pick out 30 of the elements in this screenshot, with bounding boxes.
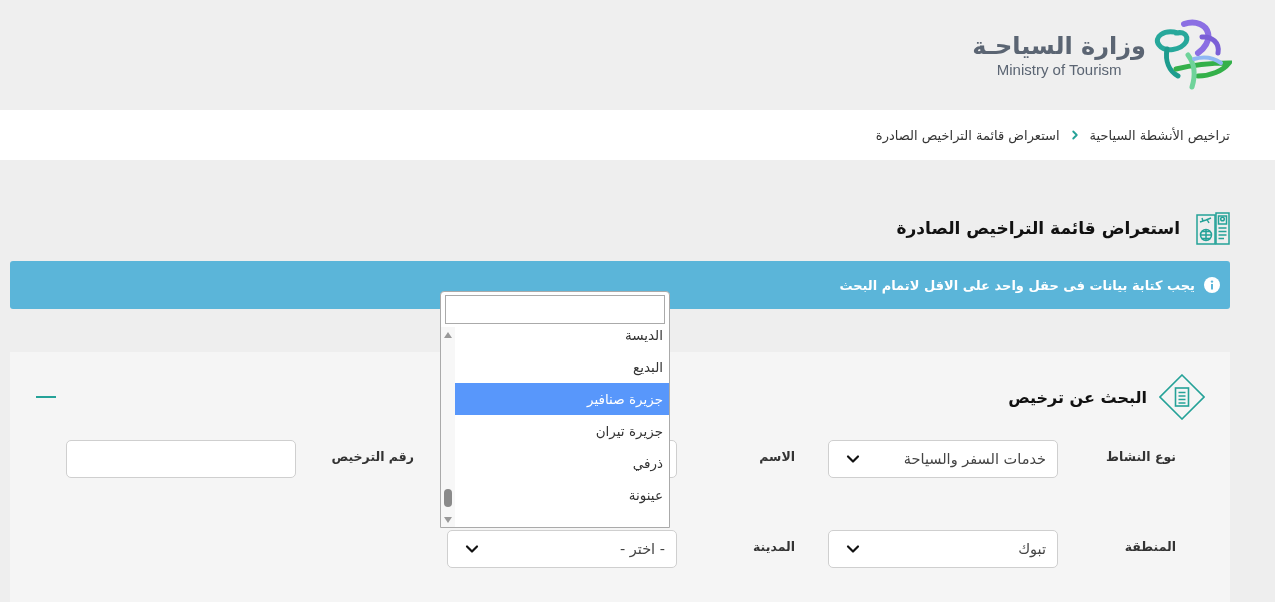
dropdown-option[interactable]: الديسة <box>455 327 669 351</box>
dropdown-search-field[interactable] <box>445 295 665 324</box>
info-icon <box>1204 277 1220 293</box>
select-field[interactable]: - اختر - <box>447 530 677 568</box>
field-label: رقم الترخيص <box>330 448 414 464</box>
alert-message: يجب كتابة بيانات فى حقل واحد على الاقل لاتمام البحث <box>839 277 1195 293</box>
dropdown-option[interactable]: جزيرة تيران <box>455 415 669 447</box>
field-label: المدينة <box>752 538 795 554</box>
scrollbar[interactable] <box>441 327 455 527</box>
breadcrumb-link[interactable]: استعراض قائمة التراخيص الصادرة <box>875 127 1060 143</box>
minus-icon <box>36 396 56 398</box>
scroll-up-arrow-icon[interactable] <box>444 332 452 338</box>
field-label: الاسم <box>758 448 795 464</box>
field-label: المنطقة <box>1123 538 1176 554</box>
scrollbar-thumb[interactable] <box>444 489 452 507</box>
dropdown-option[interactable]: ذرفي <box>455 447 669 479</box>
text-input[interactable] <box>66 440 296 478</box>
select-field[interactable]: تبوك <box>828 530 1058 568</box>
page-title: استعراض قائمة التراخيص الصادرة <box>896 217 1180 238</box>
dropdown-option[interactable]: البديع <box>455 351 669 383</box>
ministry-name-arabic: وزارة السياحـة <box>972 31 1146 61</box>
ministry-name-english: Ministry of Tourism <box>996 61 1122 79</box>
field-label: نوع النشاط <box>1105 448 1176 464</box>
passport-document-icon <box>1196 210 1230 245</box>
breadcrumb-link[interactable]: تراخيص الأنشطة السياحية <box>1089 127 1230 143</box>
scroll-down-arrow-icon[interactable] <box>444 517 452 523</box>
dropdown-option[interactable]: عينونة <box>455 479 669 511</box>
select-field[interactable]: خدمات السفر والسياحة <box>828 440 1058 478</box>
document-diamond-icon <box>1159 374 1205 420</box>
panel-title: البحث عن ترخيص <box>1008 387 1147 407</box>
